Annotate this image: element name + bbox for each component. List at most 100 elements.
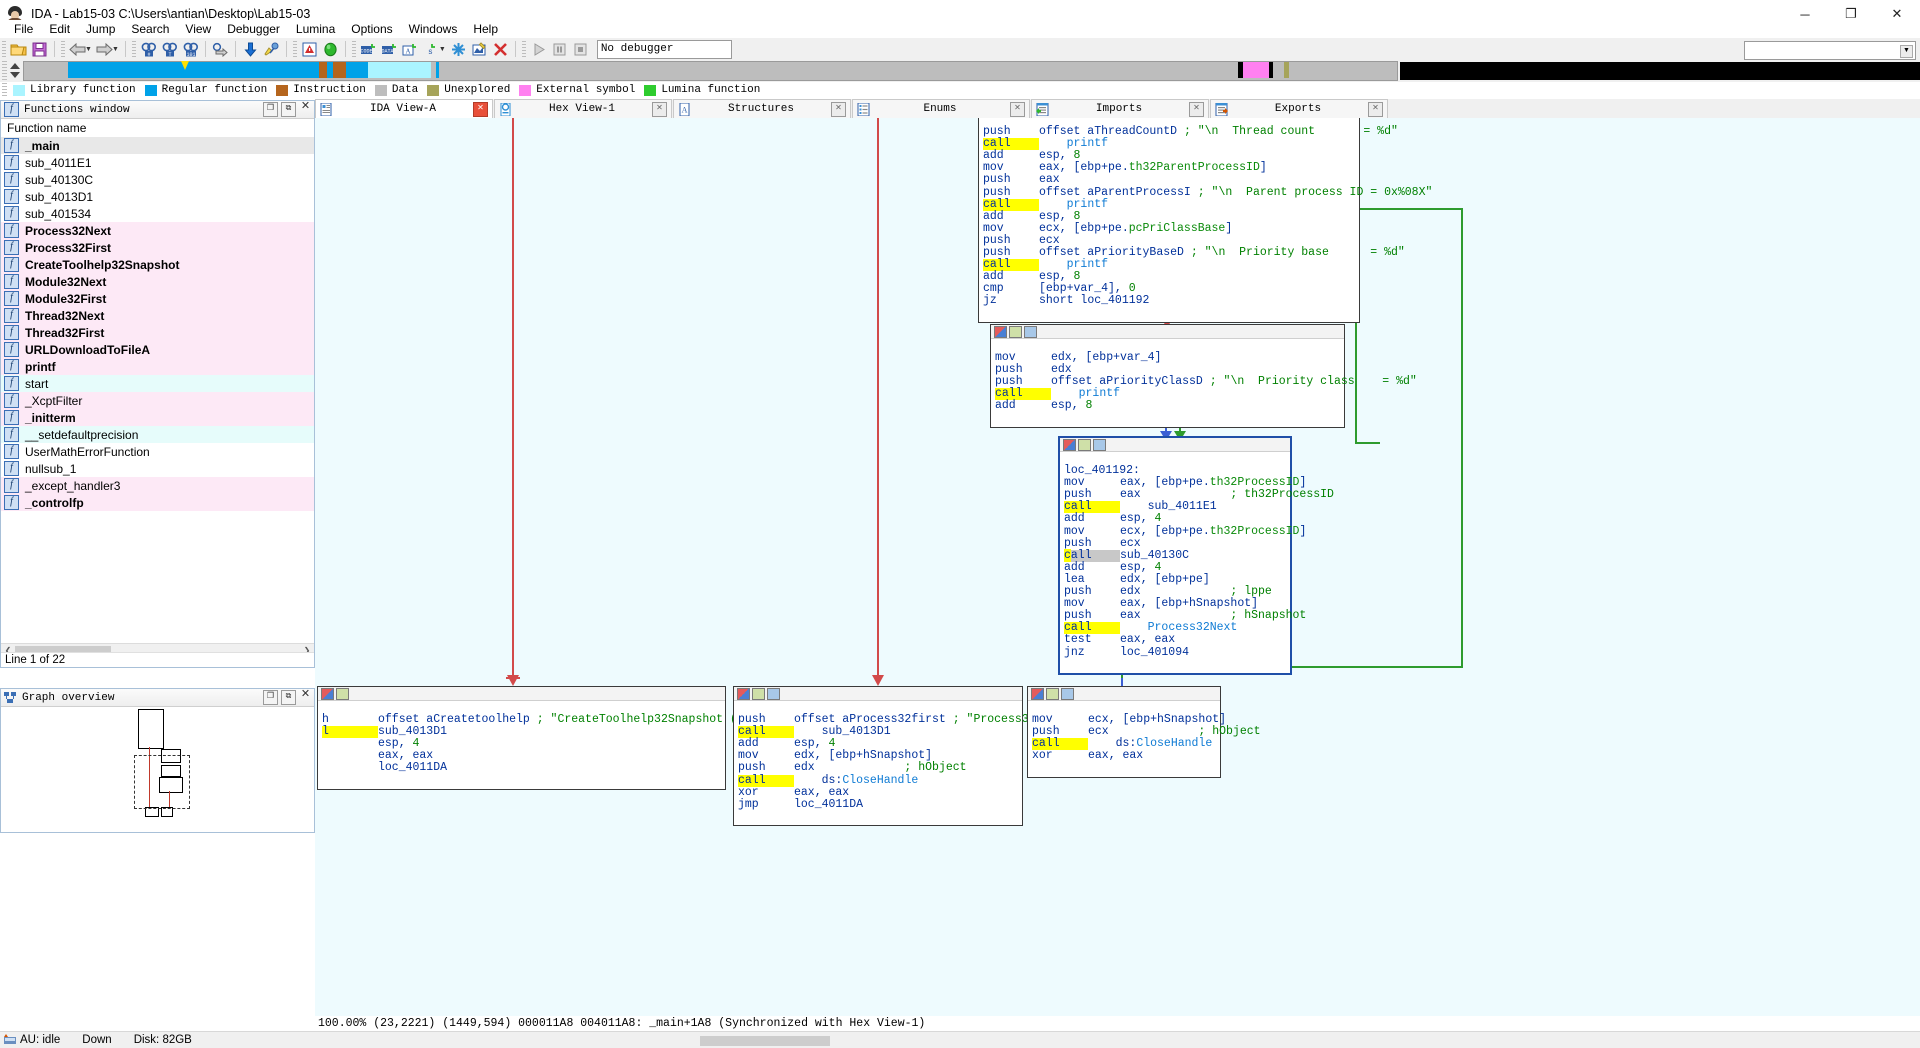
warning-icon[interactable] xyxy=(300,40,319,59)
save-icon[interactable] xyxy=(30,40,49,59)
node-color-icon[interactable] xyxy=(321,687,334,700)
function-list-item[interactable]: f Module32Next xyxy=(1,273,314,290)
stop-icon[interactable] xyxy=(571,40,590,59)
function-list-item[interactable]: f _XcptFilter xyxy=(1,392,314,409)
menu-options[interactable]: Options xyxy=(343,21,400,37)
jump-icon[interactable] xyxy=(211,40,230,59)
toolbar-grip-3[interactable] xyxy=(131,41,136,57)
graph-node-priority-class-block[interactable]: mov edx, [ebp+var_4] push edx push offset a… xyxy=(990,324,1417,428)
make-code-icon[interactable]: CODE xyxy=(359,40,378,59)
maximize-icon[interactable]: ⧉ xyxy=(281,690,296,705)
ida-graph-view[interactable]: push offset aThreadCountD ; "\n Thread co… xyxy=(315,118,1920,1016)
menu-edit[interactable]: Edit xyxy=(41,21,78,37)
tab-enums[interactable]: Enums ✕ xyxy=(852,99,1030,118)
node-edit-icon[interactable] xyxy=(1078,438,1091,451)
maximize-icon[interactable]: ⧉ xyxy=(281,102,296,117)
function-list-item[interactable]: f CreateToolhelp32Snapshot xyxy=(1,256,314,273)
delete-icon[interactable] xyxy=(491,40,510,59)
tab-exports[interactable]: Exports ✕ xyxy=(1210,99,1388,118)
make-struct-icon[interactable]: s xyxy=(422,40,441,59)
highlight-key-icon[interactable] xyxy=(262,40,281,59)
bottom-scroll-thumb[interactable] xyxy=(700,1036,830,1046)
navband-arrows[interactable] xyxy=(7,60,21,82)
graph-node-loc401192-block[interactable]: loc_401192: mov eax, [ebp+pe.th32ProcessI… xyxy=(1058,436,1334,675)
close-icon[interactable]: ✕ xyxy=(299,690,312,703)
open-file-icon[interactable] xyxy=(9,40,28,59)
edit-function-icon[interactable] xyxy=(470,40,489,59)
navband-up-icon[interactable] xyxy=(10,63,20,69)
navband-bar[interactable] xyxy=(23,61,1398,81)
node-color-icon[interactable] xyxy=(1031,687,1044,700)
green-circle-icon[interactable] xyxy=(321,40,340,59)
function-list-item[interactable]: f sub_4013D1 xyxy=(1,188,314,205)
function-list-item[interactable]: f Process32Next xyxy=(1,222,314,239)
node-group-icon[interactable] xyxy=(1093,438,1106,451)
graph-node-closehandle-block[interactable]: mov ecx, [ebp+hSnapshot] push ecx ; hObjec… xyxy=(1027,686,1261,778)
tab-close-icon[interactable]: ✕ xyxy=(1189,101,1204,117)
search-hash-icon[interactable]: # xyxy=(139,40,158,59)
menu-windows[interactable]: Windows xyxy=(401,21,466,37)
restore-icon[interactable]: ❐ xyxy=(263,102,278,117)
close-icon[interactable]: ✕ xyxy=(299,102,312,115)
tab-close-icon[interactable]: ✕ xyxy=(1010,101,1025,117)
navband-cursor-icon[interactable] xyxy=(180,61,190,73)
node-group-icon[interactable] xyxy=(767,687,780,700)
menu-lumina[interactable]: Lumina xyxy=(288,21,343,37)
tab-close-icon[interactable]: ✕ xyxy=(473,101,488,117)
make-data-icon[interactable]: DATA xyxy=(380,40,399,59)
make-ascii-icon[interactable]: A xyxy=(401,40,420,59)
node-color-icon[interactable] xyxy=(1063,438,1076,451)
function-list-item[interactable]: f Process32First xyxy=(1,239,314,256)
search-immediate-icon[interactable]: 101 xyxy=(181,40,200,59)
run-icon[interactable] xyxy=(529,40,548,59)
back-arrow-icon[interactable] xyxy=(68,40,87,59)
pause-icon[interactable] xyxy=(550,40,569,59)
restore-icon[interactable]: ❐ xyxy=(263,690,278,705)
tab-close-icon[interactable]: ✕ xyxy=(652,101,667,117)
toolbar-grip[interactable] xyxy=(2,41,6,57)
node-edit-icon[interactable] xyxy=(752,687,765,700)
menu-debugger[interactable]: Debugger xyxy=(219,21,288,37)
toolbar-grip-6[interactable] xyxy=(521,41,526,57)
function-list-item[interactable]: f _except_handler3 xyxy=(1,477,314,494)
function-list-item[interactable]: f Thread32First xyxy=(1,324,314,341)
node-edit-icon[interactable] xyxy=(336,687,349,700)
function-list-item[interactable]: f _initterm xyxy=(1,409,314,426)
function-list-item[interactable]: f _controlfp xyxy=(1,494,314,511)
graph-node-main-printf-block[interactable]: push offset aThreadCountD ; "\n Thread co… xyxy=(978,118,1432,323)
node-group-icon[interactable] xyxy=(1061,687,1074,700)
menu-help[interactable]: Help xyxy=(465,21,506,37)
function-list-item[interactable]: f _main xyxy=(1,137,314,154)
function-list-item[interactable]: f URLDownloadToFileA xyxy=(1,341,314,358)
menu-search[interactable]: Search xyxy=(123,21,177,37)
toolbar-grip-2[interactable] xyxy=(61,41,65,57)
function-list-item[interactable]: f Thread32Next xyxy=(1,307,314,324)
graph-node-process32first-block[interactable]: push offset aProcess32first ; "Process32F… xyxy=(733,686,1077,826)
function-list-item[interactable]: f sub_401534 xyxy=(1,205,314,222)
graph-node-createtoolhelp-block[interactable]: h offset aCreatetoolhelp ; "CreateToolhel… xyxy=(317,686,833,790)
secondary-combo[interactable]: ▼ xyxy=(1744,41,1916,60)
function-list-item[interactable]: f sub_4011E1 xyxy=(1,154,314,171)
undefine-icon[interactable] xyxy=(449,40,468,59)
navband-down-icon[interactable] xyxy=(10,72,20,78)
function-list-item[interactable]: f sub_40130C xyxy=(1,171,314,188)
menu-view[interactable]: View xyxy=(177,21,219,37)
bottom-hscrollbar[interactable] xyxy=(700,1034,1790,1048)
node-color-icon[interactable] xyxy=(737,687,750,700)
debugger-select[interactable]: No debugger xyxy=(596,39,732,59)
down-arrow-icon[interactable] xyxy=(241,40,260,59)
function-list-item[interactable]: f start xyxy=(1,375,314,392)
function-list-item[interactable]: f UserMathErrorFunction xyxy=(1,443,314,460)
toolbar-grip-5[interactable] xyxy=(351,41,356,57)
overview-viewport-selector[interactable] xyxy=(134,755,190,809)
menu-jump[interactable]: Jump xyxy=(78,21,123,37)
tab-hex-view-1[interactable]: Hex View-1 ✕ xyxy=(494,99,672,118)
node-edit-icon[interactable] xyxy=(1009,325,1022,338)
tab-ida-view-a[interactable]: IDA View-A ✕ xyxy=(315,99,493,118)
function-list-item[interactable]: f printf xyxy=(1,358,314,375)
toolbar-grip-4[interactable] xyxy=(292,41,297,57)
function-list-item[interactable]: f __setdefaultprecision xyxy=(1,426,314,443)
tab-imports[interactable]: Imports ✕ xyxy=(1031,99,1209,118)
node-color-icon[interactable] xyxy=(994,325,1007,338)
tab-close-icon[interactable]: ✕ xyxy=(1368,101,1383,117)
